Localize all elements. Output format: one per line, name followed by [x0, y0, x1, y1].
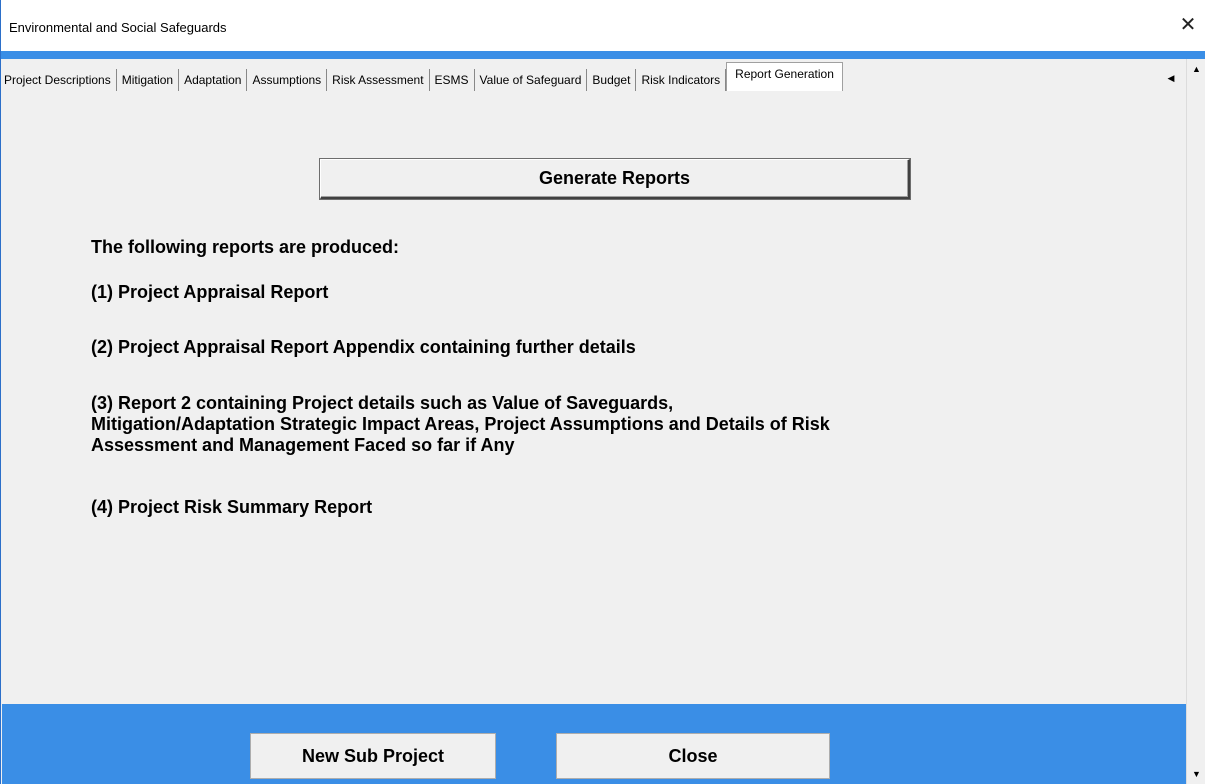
dialog-window: Environmental and Social Safeguards ✕ Pr… [0, 0, 1205, 784]
report-item-4: (4) Project Risk Summary Report [91, 497, 373, 517]
tab-mitigation[interactable]: Mitigation [117, 69, 180, 91]
title-bar: Environmental and Social Safeguards ✕ [1, 0, 1205, 51]
tab-scroll-left-icon[interactable]: ◀ [1164, 70, 1178, 86]
scroll-down-icon[interactable]: ▼ [1187, 764, 1205, 784]
report-item-3-line-2: Mitigation/Adaptation Strategic Impact A… [91, 414, 830, 434]
close-icon[interactable]: ✕ [1178, 14, 1198, 36]
tab-risk-assessment[interactable]: Risk Assessment [327, 69, 430, 91]
footer-bar: New Sub Project Close [2, 704, 1186, 784]
generate-reports-button[interactable]: Generate Reports [320, 159, 910, 199]
new-sub-project-button[interactable]: New Sub Project [250, 733, 496, 779]
report-item-1: (1) Project Appraisal Report [91, 282, 329, 302]
window-title: Environmental and Social Safeguards [9, 20, 227, 35]
tab-bar: Project Descriptions Mitigation Adaptati… [1, 59, 1186, 91]
tab-assumptions[interactable]: Assumptions [247, 69, 328, 91]
tab-report-generation[interactable]: Report Generation [726, 62, 843, 91]
report-item-3-line-1: (3) Report 2 containing Project details … [91, 393, 674, 413]
title-accent-strip [1, 51, 1205, 59]
scroll-up-icon[interactable]: ▲ [1187, 59, 1205, 79]
vertical-scrollbar[interactable]: ▲ ▼ [1186, 59, 1205, 784]
tab-esms[interactable]: ESMS [430, 69, 475, 91]
tab-adaptation[interactable]: Adaptation [179, 69, 248, 91]
report-item-3-line-3: Assessment and Management Faced so far i… [91, 435, 515, 455]
close-button[interactable]: Close [556, 733, 830, 779]
tab-project-descriptions[interactable]: Project Descriptions [1, 69, 117, 91]
tabs-row: Project Descriptions Mitigation Adaptati… [1, 59, 843, 91]
report-item-2: (2) Project Appraisal Report Appendix co… [91, 337, 636, 357]
tab-risk-indicators[interactable]: Risk Indicators [636, 69, 727, 91]
tab-budget[interactable]: Budget [587, 69, 637, 91]
tab-value-of-safeguard[interactable]: Value of Safeguard [475, 69, 588, 91]
report-generation-panel: Generate Reports The following reports a… [2, 92, 1186, 704]
reports-intro: The following reports are produced: [91, 237, 400, 257]
